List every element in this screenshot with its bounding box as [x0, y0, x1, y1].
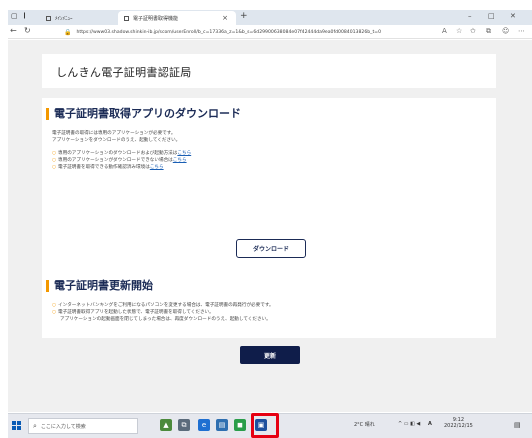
widgets-icon[interactable]: ▲	[160, 419, 172, 431]
tab-favicon-icon	[124, 15, 129, 21]
tab-list-icon[interactable]: ❙	[22, 12, 27, 19]
here-link[interactable]: こちら	[173, 158, 187, 163]
new-tab-button[interactable]: +	[240, 11, 248, 21]
site-title: しんきん電子証明書認証局	[56, 66, 192, 79]
weather-status[interactable]: 2°C 晴れ	[354, 421, 375, 428]
favorites-icon[interactable]: ✩	[470, 27, 476, 35]
here-link[interactable]: こちら	[150, 165, 164, 170]
favorites-star-icon[interactable]: ☆	[456, 27, 462, 35]
web-page: しんきん電子証明書認証局 電子証明書取得アプリのダウンロード 電子証明書の取得に…	[8, 40, 532, 412]
clock[interactable]: 9:12 2022/12/15	[444, 417, 473, 429]
site-header: しんきん電子証明書認証局	[42, 54, 496, 88]
maximize-button[interactable]: □	[488, 12, 495, 20]
tab-close-icon[interactable]: ×	[222, 14, 228, 22]
windows-start-icon[interactable]	[12, 421, 21, 430]
search-icon: ⌕	[33, 421, 37, 430]
download-bullet: ○ 専用のアプリケーションのダウンロードおよび起動方法はこちら	[52, 151, 192, 156]
circle-bullet-icon: ○	[52, 151, 57, 156]
renewal-bullet: ○ インターネットバンキングをご利用になるパソコンを変更する場合は、電子証明書の再…	[52, 303, 274, 308]
renewal-bullet: ○ 電子証明書取得アプリを起動した状態で、電子証明書を取得してください。	[52, 310, 214, 315]
minimize-button[interactable]: –	[468, 12, 472, 20]
download-bullet: ○ 電子証明書を取得できる動作確認済み環境はこちら	[52, 165, 164, 170]
screen: ▢ ❙ ﾒｲﾝﾒﾆｭｰ × 電子証明書取得機能 × + – □ ✕ ← ↻ 🔒 …	[0, 0, 532, 438]
tab-label: 電子証明書取得機能	[133, 15, 179, 22]
circle-bullet-icon: ○	[52, 165, 57, 170]
address-text: https://www03.shadow.shinkin-ib.jp/scom/…	[76, 29, 382, 35]
main-content: 電子証明書取得アプリのダウンロード 電子証明書の取得には専用のアプリケーションが…	[42, 98, 496, 364]
circle-bullet-icon: ○	[52, 310, 57, 315]
tab-favicon-icon	[46, 15, 51, 21]
here-link[interactable]: こちら	[177, 151, 191, 156]
circle-bullet-icon: ○	[52, 158, 57, 163]
reload-icon[interactable]: ↻	[24, 26, 31, 35]
update-button[interactable]: 更新	[240, 346, 300, 364]
download-intro-line: 電子証明書の取得には専用のアプリケーションが必要です。	[52, 131, 176, 136]
download-button[interactable]: ダウンロード	[236, 239, 306, 258]
collections-icon[interactable]: ⧉	[486, 27, 491, 36]
download-section-title: 電子証明書取得アプリのダウンロード	[46, 108, 241, 120]
highlight-box	[251, 413, 279, 438]
lock-icon: 🔒	[64, 28, 72, 36]
renewal-section-title: 電子証明書更新開始	[46, 280, 153, 292]
read-aloud-icon[interactable]: A	[442, 27, 447, 35]
tab-label: ﾒｲﾝﾒﾆｭｰ	[55, 15, 73, 22]
tab-certificate[interactable]: 電子証明書取得機能 ×	[118, 11, 236, 25]
download-bullet: ○ 専用のアプリケーションがダウンロードできない場合はこちら	[52, 158, 187, 163]
back-icon[interactable]: ←	[10, 26, 17, 35]
close-window-button[interactable]: ✕	[510, 12, 516, 20]
browser-toolbar: ← ↻ 🔒 https://www03.shadow.shinkin-ib.jp…	[8, 25, 532, 39]
tab-actions-icon[interactable]: ▢	[11, 12, 18, 20]
app-icon[interactable]: ◼	[234, 419, 246, 431]
download-intro-line: アプリケーションをダウンロードのうえ、起動してください。	[52, 138, 181, 143]
taskbar-search-input[interactable]: ⌕ ここに入力して検索	[28, 418, 138, 434]
renewal-note: アプリケーションの起動画面を閉じてしまった場合は、再度ダウンロードのうえ、起動し…	[60, 317, 271, 322]
ime-indicator[interactable]: A	[428, 421, 432, 427]
tray-icons[interactable]: ^ ▭ ◧ ◀	[398, 421, 420, 427]
browser-tab-strip: ▢ ❙ ﾒｲﾝﾒﾆｭｰ × 電子証明書取得機能 × + – □ ✕	[8, 10, 532, 25]
file-explorer-icon[interactable]: ▤	[216, 419, 228, 431]
profile-icon[interactable]: ☺	[502, 27, 509, 35]
address-bar[interactable]: 🔒 https://www03.shadow.shinkin-ib.jp/sco…	[64, 26, 436, 38]
task-view-icon[interactable]: ⧉	[178, 419, 190, 431]
edge-browser-icon[interactable]: e	[198, 419, 210, 431]
notification-icon[interactable]: ▤	[514, 421, 521, 429]
circle-bullet-icon: ○	[52, 303, 57, 308]
clock-date: 2022/12/15	[444, 423, 473, 429]
more-menu-icon[interactable]: ⋯	[518, 27, 525, 35]
